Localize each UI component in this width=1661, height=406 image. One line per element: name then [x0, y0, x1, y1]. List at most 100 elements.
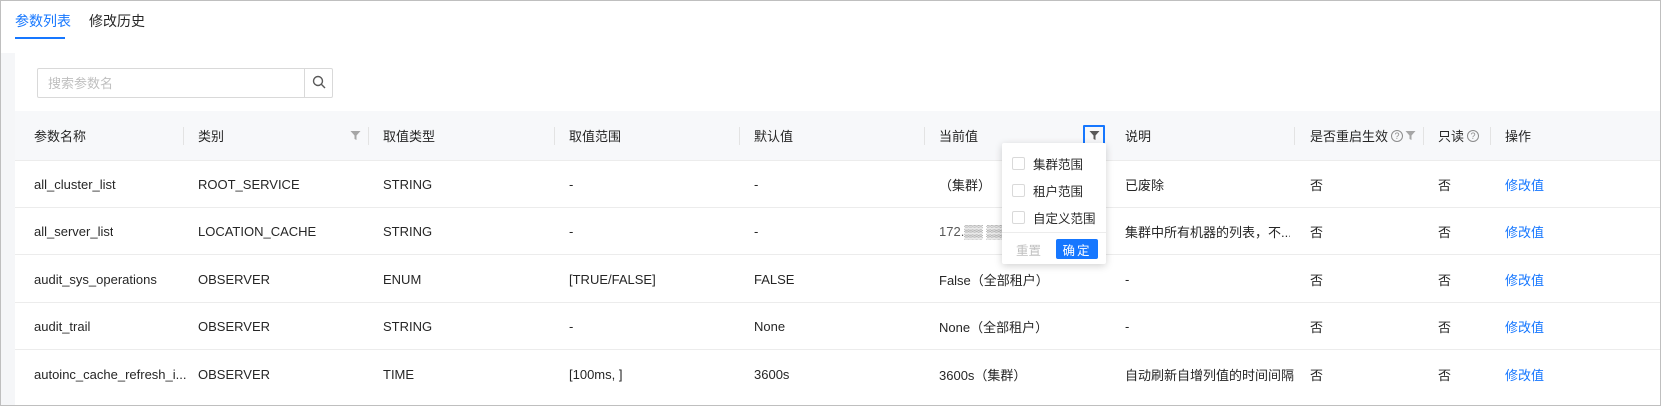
param-restart: 否 [1310, 367, 1324, 383]
param-readonly: 否 [1438, 225, 1452, 240]
param-name: all_server_list [34, 224, 114, 239]
table-row: audit_sys_operations OBSERVER ENUM [TRUE… [15, 256, 1660, 303]
filter-option-cluster[interactable]: 集群范围 [1012, 154, 1083, 173]
search-button[interactable] [304, 69, 332, 97]
param-description: - [1125, 319, 1130, 334]
col-header-restart: 是否重启生效 ? [1310, 111, 1404, 160]
tab-modify-history[interactable]: 修改历史 [89, 11, 145, 31]
col-header-readonly: 只读 ? [1438, 111, 1480, 160]
param-description: 集群中所有机器的列表，不... [1125, 225, 1290, 240]
modify-value-link[interactable]: 修改值 [1505, 304, 1544, 349]
param-current: 3600s（集群） [939, 367, 1027, 383]
search-box [37, 68, 333, 98]
filter-option-label: 自定义范围 [1033, 212, 1096, 226]
param-description: 自动刷新自增列值的时间间隔 [1125, 367, 1295, 383]
param-description: 已废除 [1125, 178, 1165, 193]
reset-button[interactable]: 重置 [1016, 240, 1041, 259]
col-header-value-range: 取值范围 [569, 129, 622, 144]
param-readonly: 否 [1438, 272, 1452, 288]
divider [1002, 232, 1106, 233]
param-type: STRING [383, 319, 433, 334]
param-type: STRING [383, 224, 433, 239]
col-separator [924, 127, 925, 145]
parameter-card: 参数名称 类别 取值类型 取值范围 默认值 当前值 [15, 53, 1660, 405]
table-row: all_server_list LOCATION_CACHE STRING - … [15, 209, 1660, 255]
category-filter-button[interactable] [348, 111, 362, 160]
filter-option-custom[interactable]: 自定义范围 [1012, 208, 1096, 227]
col-separator [183, 127, 184, 145]
help-icon[interactable]: ? [1391, 129, 1404, 142]
filter-option-label: 租户范围 [1033, 185, 1084, 199]
col-separator [739, 127, 740, 145]
param-default: - [754, 177, 759, 192]
col-header-action: 操作 [1505, 129, 1532, 144]
col-header-default: 默认值 [754, 129, 794, 144]
param-range: [100ms, ] [569, 366, 623, 382]
table-header: 参数名称 类别 取值类型 取值范围 默认值 当前值 说明 是否重启生效 ? 只读… [15, 111, 1660, 161]
param-current: None（全部租户） [939, 320, 1049, 335]
param-restart: 否 [1310, 320, 1324, 335]
param-range: [TRUE/FALSE] [569, 271, 656, 287]
col-header-readonly-label: 只读 [1438, 129, 1465, 144]
param-default: - [754, 224, 759, 239]
col-header-name: 参数名称 [34, 129, 87, 144]
param-range: - [569, 177, 574, 192]
param-category: OBSERVER [198, 319, 271, 334]
param-type: STRING [383, 177, 433, 192]
param-description: - [1125, 271, 1130, 287]
param-restart: 否 [1310, 178, 1324, 193]
param-readonly: 否 [1438, 367, 1452, 383]
param-default: None [754, 319, 786, 334]
param-default: 3600s [754, 366, 790, 382]
tab-parameter-list[interactable]: 参数列表 [15, 11, 71, 31]
filter-option-tenant[interactable]: 租户范围 [1012, 181, 1083, 200]
filter-icon [348, 129, 362, 143]
param-type: ENUM [383, 271, 422, 287]
param-category: LOCATION_CACHE [198, 224, 317, 239]
param-readonly: 否 [1438, 320, 1452, 335]
param-category: OBSERVER [198, 271, 271, 287]
param-type: TIME [383, 366, 415, 382]
param-name: audit_sys_operations [34, 271, 157, 287]
checkbox[interactable] [1012, 211, 1025, 224]
col-header-description: 说明 [1125, 129, 1152, 144]
search-icon [312, 75, 326, 92]
col-separator [554, 127, 555, 145]
restart-filter-button[interactable] [1403, 111, 1417, 160]
param-name: audit_trail [34, 319, 91, 334]
col-header-current: 当前值 [939, 129, 979, 144]
col-header-value-type: 取值类型 [383, 129, 436, 144]
param-restart: 否 [1310, 272, 1324, 288]
table-row: all_cluster_list ROOT_SERVICE STRING - -… [15, 162, 1660, 208]
filter-icon [1403, 129, 1417, 143]
param-category: ROOT_SERVICE [198, 177, 300, 192]
modify-value-link[interactable]: 修改值 [1505, 256, 1544, 302]
param-range: - [569, 224, 574, 239]
tab-bar: 参数列表 修改历史 [1, 1, 1660, 53]
param-range: - [569, 319, 574, 334]
param-name: autoinc_cache_refresh_i... [34, 366, 187, 382]
modify-value-link[interactable]: 修改值 [1505, 162, 1544, 207]
window-frame: 参数列表 修改历史 参数名称 类别 [0, 0, 1661, 406]
modify-value-link[interactable]: 修改值 [1505, 209, 1544, 254]
col-separator [368, 127, 369, 145]
current-value-filter-dropdown: 集群范围 租户范围 自定义范围 重置 确定 [1002, 143, 1106, 264]
col-separator [1294, 127, 1295, 145]
search-input[interactable] [38, 69, 304, 97]
col-header-category: 类别 [198, 129, 225, 144]
col-header-restart-label: 是否重启生效 [1310, 129, 1389, 144]
param-name: all_cluster_list [34, 177, 116, 192]
checkbox[interactable] [1012, 157, 1025, 170]
help-icon[interactable]: ? [1467, 129, 1480, 142]
filter-option-label: 集群范围 [1033, 158, 1084, 172]
active-tab-indicator [15, 37, 65, 39]
col-separator [1423, 127, 1424, 145]
col-separator [1490, 127, 1491, 145]
table-row: audit_trail OBSERVER STRING - None None（… [15, 304, 1660, 350]
param-default: FALSE [754, 271, 795, 287]
modify-value-link[interactable]: 修改值 [1505, 351, 1544, 397]
confirm-button[interactable]: 确定 [1056, 239, 1098, 259]
table-row: autoinc_cache_refresh_i... OBSERVER TIME… [15, 351, 1660, 397]
checkbox[interactable] [1012, 184, 1025, 197]
param-category: OBSERVER [198, 366, 271, 382]
